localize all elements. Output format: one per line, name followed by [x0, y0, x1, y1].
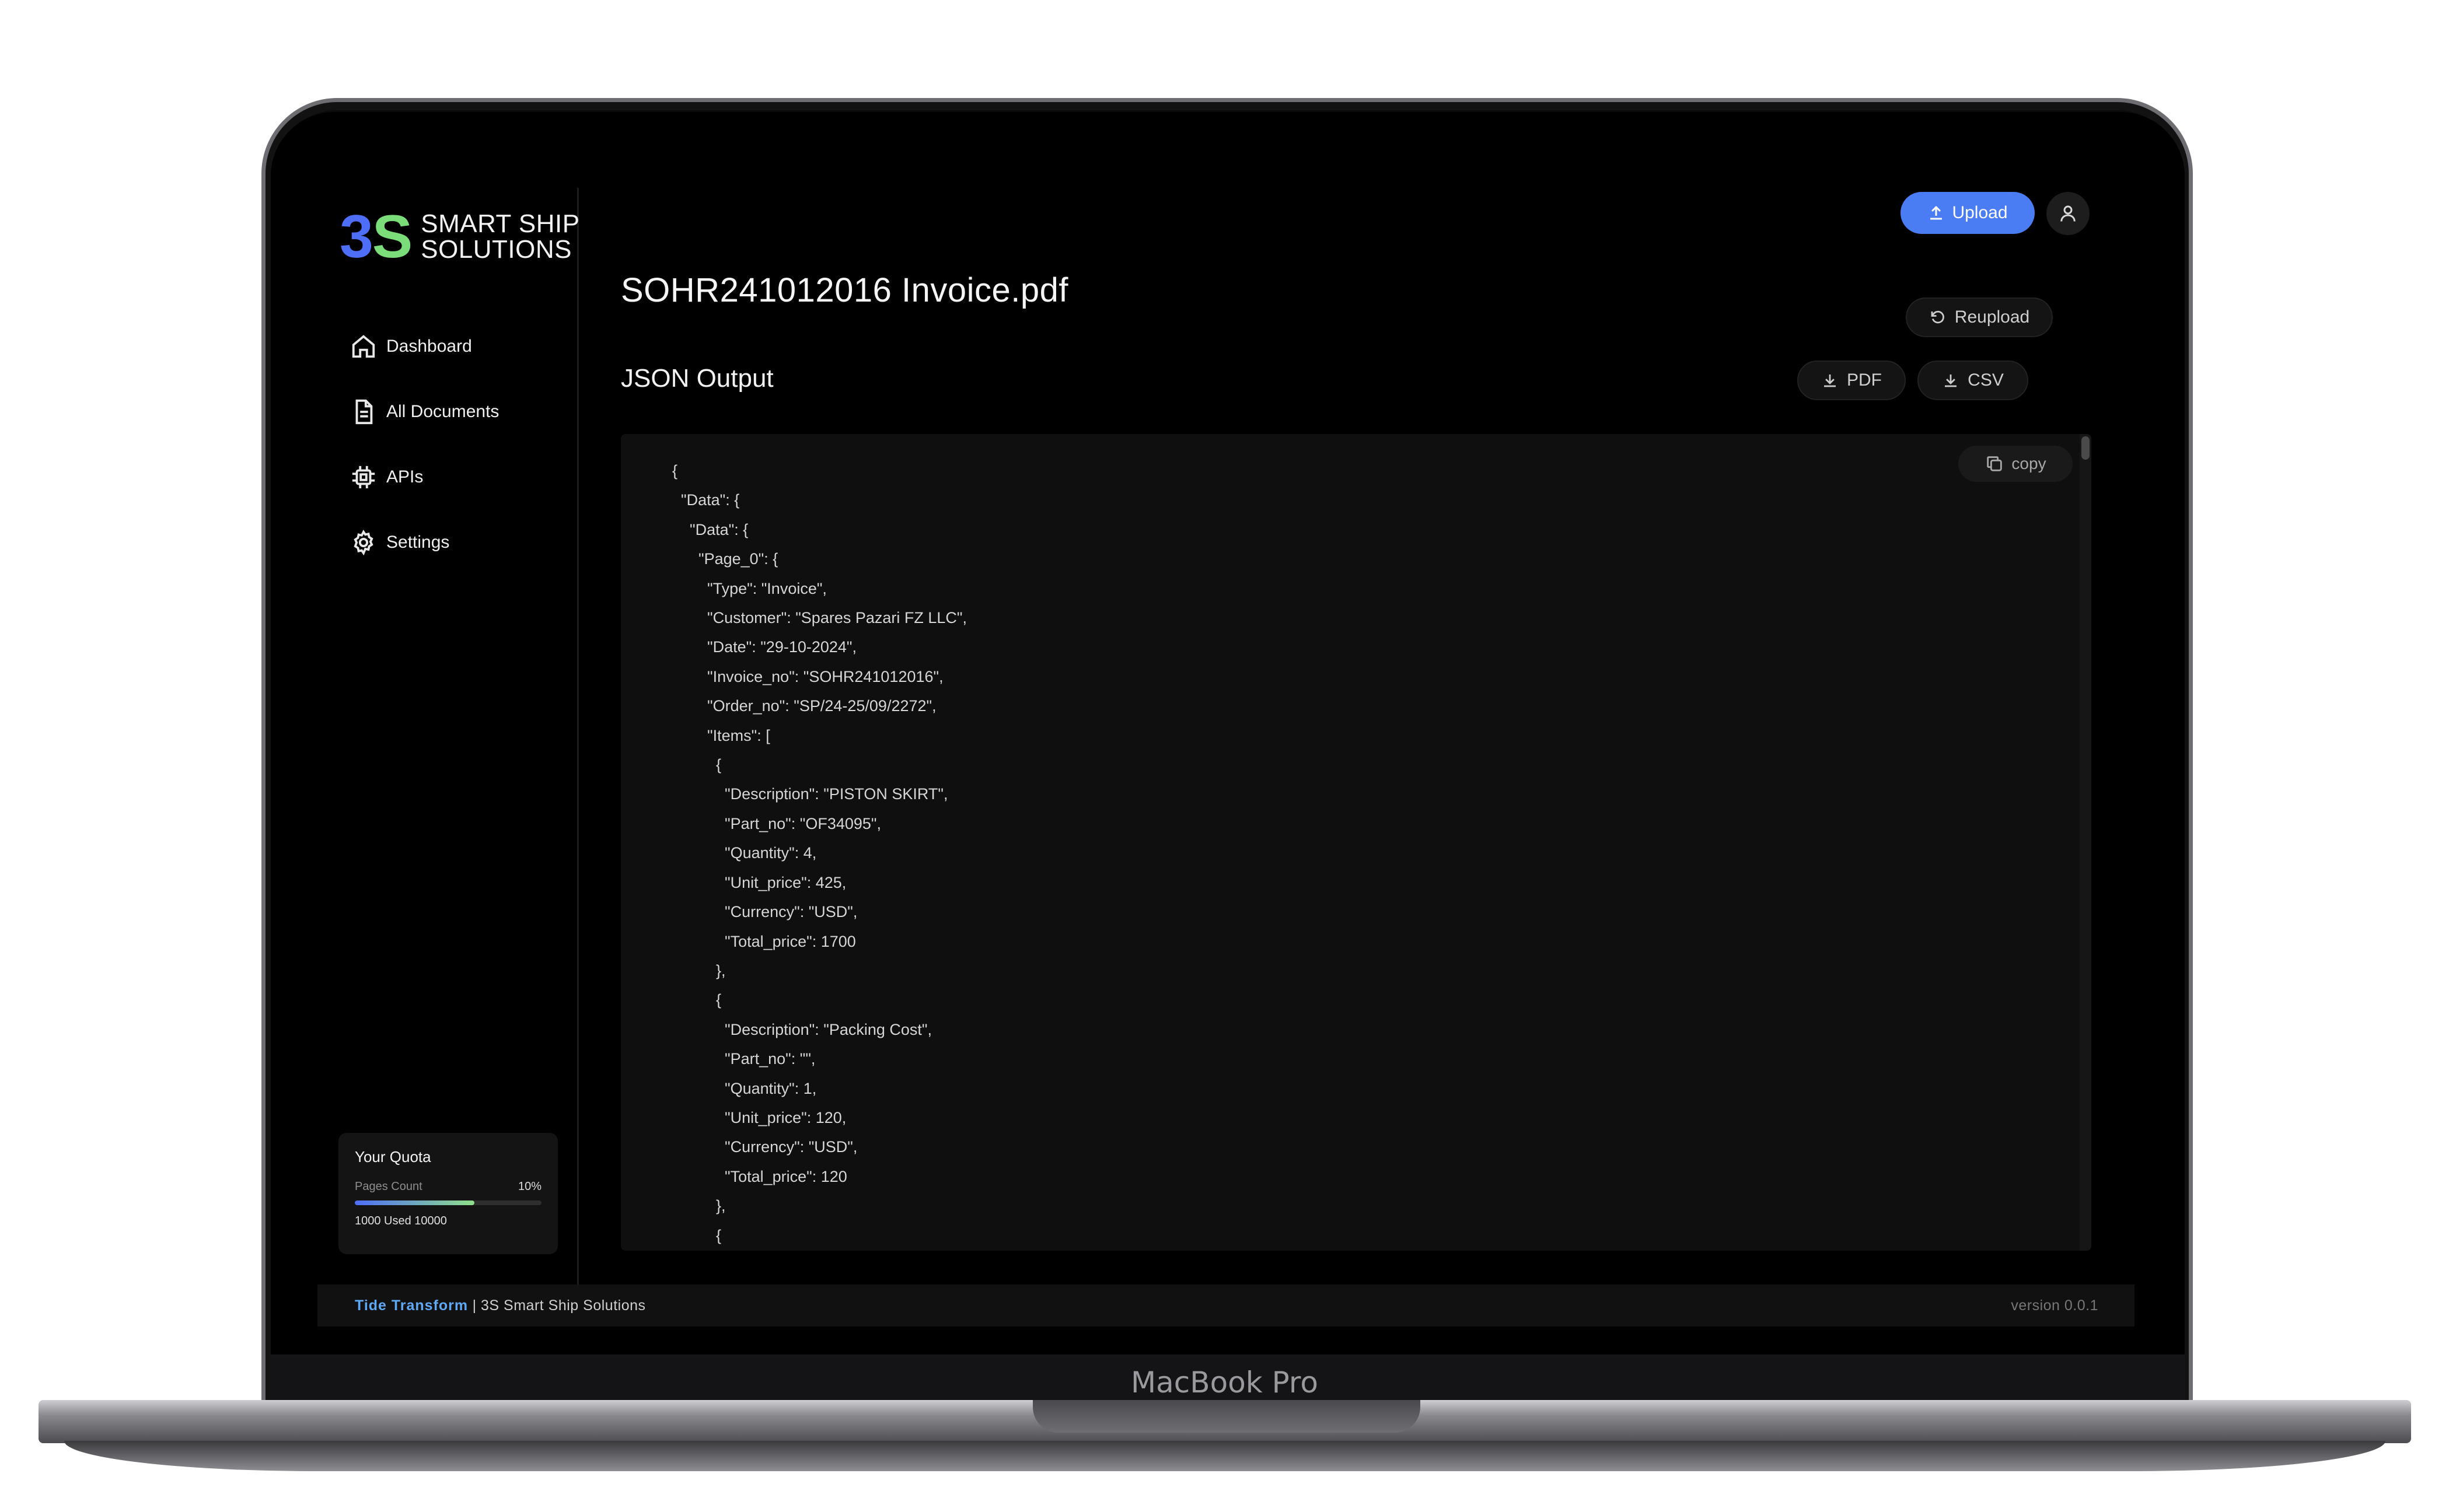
json-line: "Order_no": "SP/24-25/09/2272", [672, 697, 937, 715]
document-icon [355, 399, 373, 425]
json-line: "Data": { [672, 520, 749, 538]
sidebar-nav: Dashboard All Documents APIs Settings [350, 314, 499, 575]
json-line: "Description": "Packing Cost", [672, 1020, 932, 1038]
quota-metric-label: Pages Count [355, 1180, 422, 1193]
download-icon [1945, 374, 1957, 387]
json-line: { [672, 756, 722, 774]
scrollbar-thumb[interactable] [2081, 436, 2090, 460]
section-title: JSON Output [621, 364, 774, 393]
json-line: "Unit_price": 120, [672, 1108, 847, 1126]
logo-line-2: SOLUTIONS [421, 235, 572, 264]
download-pdf-button[interactable]: PDF [1797, 360, 1906, 400]
logo-text: SMART SHIP SOLUTIONS [421, 211, 579, 262]
upload-icon [1930, 205, 1943, 220]
download-pdf-label: PDF [1847, 370, 1882, 390]
json-line: "Total_price": 120 [672, 1167, 847, 1185]
sidebar-item-label: Settings [386, 533, 450, 552]
quota-usage: 1000 Used 10000 [355, 1214, 447, 1227]
sidebar-item-label: Dashboard [386, 337, 472, 356]
quota-title: Your Quota [355, 1148, 431, 1166]
json-line: "Currency": "USD", [672, 1138, 858, 1156]
refresh-icon [1931, 310, 1944, 324]
sidebar-item-all-documents[interactable]: All Documents [350, 379, 499, 444]
quota-progress-fill [355, 1200, 474, 1205]
json-line: "Customer": "Spares Pazari FZ LLC", [672, 609, 967, 627]
footer: Tide Transform | 3S Smart Ship Solutions… [317, 1284, 2134, 1326]
quota-card: Your Quota Pages Count 10% 1000 Used 100… [338, 1133, 558, 1254]
json-line: "Description": "PISTON SKIRT", [672, 785, 948, 803]
json-line: { [672, 1226, 722, 1244]
home-icon [352, 335, 375, 358]
json-line: "Items": [ [672, 726, 770, 744]
gear-icon [354, 530, 373, 556]
upload-button[interactable]: Upload [1900, 192, 2035, 234]
laptop-base-lower [64, 1441, 2385, 1471]
json-line: "Type": "Invoice", [672, 579, 827, 597]
json-output-panel[interactable]: { "Data": { "Data": { "Page_0": { "Type"… [621, 434, 2091, 1251]
download-csv-label: CSV [1968, 370, 2004, 390]
copy-button[interactable]: copy [1958, 446, 2073, 482]
json-line: }, [672, 961, 726, 979]
user-icon [2060, 205, 2076, 222]
json-line: { [672, 462, 678, 480]
sidebar-item-settings[interactable]: Settings [350, 510, 499, 575]
footer-left: Tide Transform | 3S Smart Ship Solutions [355, 1297, 646, 1314]
json-line: { [672, 991, 722, 1009]
json-line: "Quantity": 4, [672, 844, 817, 862]
screen: 3S SMART SHIP SOLUTIONS Dashboard All Do… [271, 112, 2185, 1354]
json-line: "Date": "29-10-2024", [672, 638, 857, 656]
json-line: "Data": { [672, 491, 740, 509]
logo-mark-3: 3 [340, 203, 373, 271]
reupload-button[interactable]: Reupload [1906, 298, 2053, 337]
download-csv-button[interactable]: CSV [1917, 360, 2028, 400]
app-window: 3S SMART SHIP SOLUTIONS Dashboard All Do… [271, 112, 2185, 1354]
json-line: "Total_price": 1700 [672, 932, 856, 950]
user-avatar-button[interactable] [2046, 192, 2090, 235]
quota-percent: 10% [518, 1180, 541, 1193]
upload-label: Upload [1952, 203, 2008, 222]
chip-icon [352, 466, 375, 489]
json-code-block: { "Data": { "Data": { "Page_0": { "Type"… [672, 456, 967, 1250]
quota-metric-row: Pages Count 10% [355, 1180, 541, 1194]
sidebar-item-label: All Documents [386, 402, 499, 421]
sidebar-item-dashboard[interactable]: Dashboard [350, 314, 499, 379]
copy-icon [1987, 456, 2003, 471]
reupload-label: Reupload [1954, 307, 2030, 327]
logo-mark-s: S [372, 203, 413, 271]
scrollbar-track[interactable] [2080, 434, 2091, 1251]
quota-progress-bar [355, 1200, 541, 1205]
json-line: "Unit_price": 425, [672, 873, 847, 891]
json-line: }, [672, 1197, 726, 1215]
json-line: "Page_0": { [672, 550, 778, 568]
logo-mark: 3S [340, 206, 413, 267]
footer-separator: | [468, 1297, 481, 1314]
footer-brand: Tide Transform [355, 1297, 469, 1314]
sidebar-item-apis[interactable]: APIs [350, 444, 499, 510]
sidebar-item-label: APIs [386, 467, 424, 487]
footer-version: version 0.0.1 [2011, 1297, 2098, 1314]
json-line: "Quantity": 1, [672, 1079, 817, 1097]
json-line: "Part_no": "", [672, 1050, 816, 1068]
logo-line-1: SMART SHIP [421, 209, 580, 238]
logo[interactable]: 3S SMART SHIP SOLUTIONS [340, 206, 580, 267]
json-line: "Invoice_no": "SOHR241012016", [672, 667, 944, 685]
laptop-opening-notch [1033, 1400, 1420, 1433]
json-line: "Currency": "USD", [672, 903, 858, 921]
footer-company: 3S Smart Ship Solutions [481, 1297, 646, 1314]
json-line: "Part_no": "OF34095", [672, 814, 882, 832]
page-title: SOHR241012016 Invoice.pdf [621, 271, 1069, 309]
copy-label: copy [2011, 454, 2046, 473]
download-icon [1824, 374, 1836, 387]
